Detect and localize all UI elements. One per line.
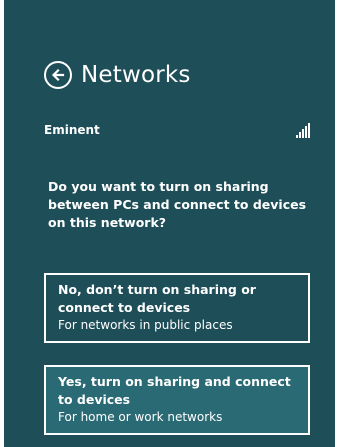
sharing-question: Do you want to turn on sharing between P… (48, 179, 307, 230)
network-item[interactable]: Eminent (44, 120, 310, 140)
option-title: Yes, turn on sharing and connect to devi… (58, 374, 291, 407)
network-name: Eminent (44, 123, 100, 137)
signal-strength-icon (296, 122, 310, 138)
option-title: No, don’t turn on sharing or connect to … (58, 282, 256, 315)
networks-panel: Networks Eminent Do you want to turn on … (4, 0, 335, 447)
option-subtitle: For home or work networks (58, 410, 223, 424)
panel-header: Networks (44, 57, 191, 93)
page-title: Networks (81, 62, 191, 88)
back-arrow-circle-icon[interactable] (44, 61, 72, 89)
option-no-sharing-button[interactable]: No, don’t turn on sharing or connect to … (44, 273, 310, 343)
option-yes-sharing-button[interactable]: Yes, turn on sharing and connect to devi… (44, 365, 310, 435)
option-subtitle: For networks in public places (58, 318, 233, 332)
